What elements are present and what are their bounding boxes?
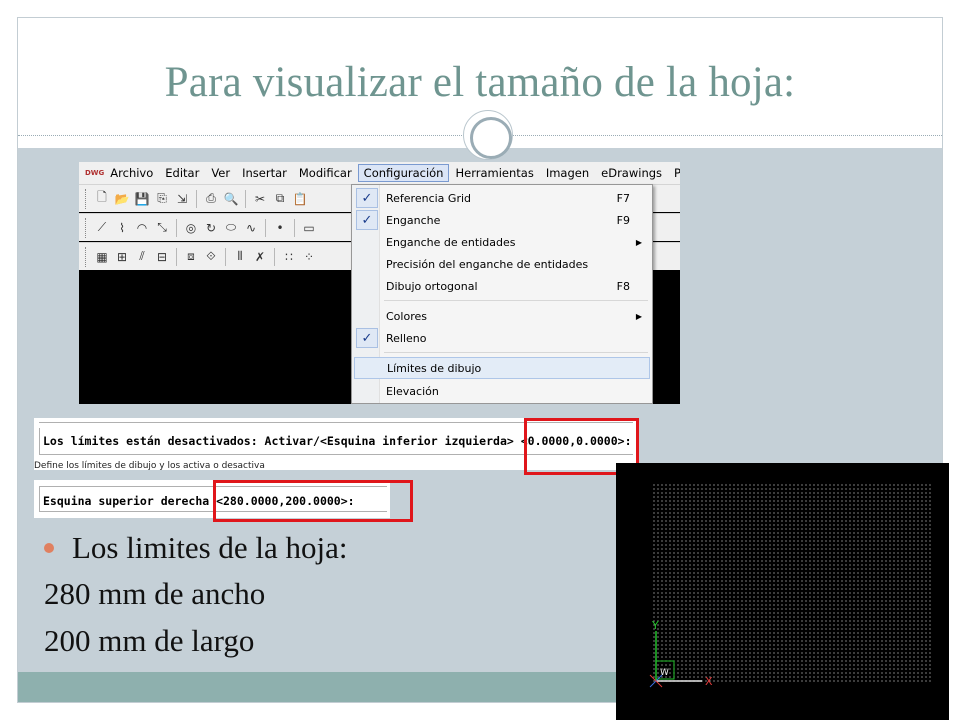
mirror-icon[interactable]: ⫴: [231, 248, 249, 266]
check-icon: ✓: [356, 210, 378, 230]
menu-item-limites-dibujo[interactable]: Límites de dibujo: [354, 357, 650, 379]
menu-insertar[interactable]: Insertar: [236, 164, 293, 182]
open-folder-icon[interactable]: 📂: [113, 190, 131, 208]
menu-item-elevacion[interactable]: Elevación: [354, 380, 650, 402]
print-preview-icon[interactable]: 🔍: [222, 190, 240, 208]
paste-icon[interactable]: 📋: [291, 190, 309, 208]
cad-app-window: DWG Archivo Editar Ver Insertar Modifica…: [79, 162, 680, 404]
menu-pdm[interactable]: PDM: [668, 164, 680, 182]
width-text: 280 mm de ancho: [44, 576, 266, 611]
circle-icon[interactable]: ◎: [182, 219, 200, 237]
axis-x-label: X: [705, 675, 713, 688]
menu-herramientas[interactable]: Herramientas: [449, 164, 539, 182]
menu-item-precision-enganche[interactable]: Precisión del enganche de entidades: [354, 253, 650, 275]
menu-item-dibujo-ortogonal[interactable]: Dibujo ortogonal F8: [354, 275, 650, 297]
snap-icon[interactable]: ⁘: [300, 248, 318, 266]
check-icon: ✓: [356, 328, 378, 348]
submenu-arrow-icon: ▶: [635, 237, 642, 247]
menu-configuracion[interactable]: Configuración: [357, 164, 450, 182]
app-logo-icon: DWG: [85, 169, 105, 177]
menu-editar[interactable]: Editar: [159, 164, 205, 182]
length-text: 200 mm de largo: [44, 623, 255, 658]
check-icon: ✓: [356, 188, 378, 208]
drawing-canvas[interactable]: Y X W: [616, 463, 949, 720]
table-icon[interactable]: ⊟: [153, 248, 171, 266]
menu-archivo[interactable]: Archivo: [104, 164, 159, 182]
block-icon[interactable]: ⧈: [182, 248, 200, 266]
axis-w-label: W: [660, 668, 669, 678]
toolbar-grip[interactable]: [85, 188, 87, 209]
polyline-icon[interactable]: ⌇: [113, 219, 131, 237]
submenu-arrow-icon: ▶: [635, 311, 642, 321]
highlight-box-upper-right: [213, 480, 413, 522]
menu-bar: DWG Archivo Editar Ver Insertar Modifica…: [79, 162, 680, 184]
axis-y-label: Y: [651, 619, 659, 632]
attribute-icon[interactable]: ⟐: [202, 248, 220, 266]
menu-item-relleno[interactable]: ✓ Relleno: [354, 327, 650, 349]
bullet-text: Los limites de la hoja:: [72, 530, 348, 565]
hatch-icon[interactable]: ▦: [93, 248, 111, 266]
arc-icon[interactable]: ◠: [133, 219, 151, 237]
menu-edrawings[interactable]: eDrawings: [595, 164, 668, 182]
save-icon[interactable]: 💾: [133, 190, 151, 208]
menu-separator: [384, 352, 648, 353]
menu-item-referencia-grid[interactable]: ✓ Referencia Grid F7: [354, 187, 650, 209]
toolbar-grip[interactable]: [85, 217, 87, 238]
status-bar-text: Define los límites de dibujo y los activ…: [34, 461, 265, 470]
ucs-axes-icon: Y X W: [649, 619, 713, 688]
configuracion-dropdown: ✓ Referencia Grid F7 ✓ Enganche F9 Engan…: [351, 184, 653, 404]
menu-ver[interactable]: Ver: [205, 164, 236, 182]
export-icon[interactable]: ⇲: [173, 190, 191, 208]
menu-item-colores[interactable]: Colores ▶: [354, 305, 650, 327]
region-icon[interactable]: ⊞: [113, 248, 131, 266]
point-icon[interactable]: •: [271, 219, 289, 237]
new-file-icon[interactable]: 🗋: [93, 190, 111, 208]
bullet-icon: [44, 543, 54, 553]
toolbar-grip[interactable]: [85, 246, 87, 267]
ellipse-icon[interactable]: ⬭: [222, 219, 240, 237]
print-icon[interactable]: ⎙: [202, 190, 220, 208]
copy-icon[interactable]: ⧉: [271, 190, 289, 208]
menu-modificar[interactable]: Modificar: [293, 164, 358, 182]
slide-title: Para visualizar el tamaño de la hoja:: [164, 59, 796, 106]
gradient-icon[interactable]: ⫽: [133, 248, 151, 266]
menu-item-enganche-entidades[interactable]: Enganche de entidades ▶: [354, 231, 650, 253]
infinite-line-icon[interactable]: ⤡: [153, 219, 171, 237]
rotate-icon[interactable]: ↻: [202, 219, 220, 237]
cut-icon[interactable]: ✂: [251, 190, 269, 208]
spline-icon[interactable]: ∿: [242, 219, 260, 237]
menu-separator: [384, 300, 648, 301]
trim-icon[interactable]: ✗: [251, 248, 269, 266]
grid-dots-icon[interactable]: ∷: [280, 248, 298, 266]
rectangle-icon[interactable]: ▭: [300, 219, 318, 237]
decorative-circle-icon: [463, 110, 513, 160]
menu-item-enganche[interactable]: ✓ Enganche F9: [354, 209, 650, 231]
line-icon[interactable]: ⟋: [93, 219, 111, 237]
save-as-icon[interactable]: ⎘: [153, 190, 171, 208]
menu-imagen[interactable]: Imagen: [540, 164, 595, 182]
